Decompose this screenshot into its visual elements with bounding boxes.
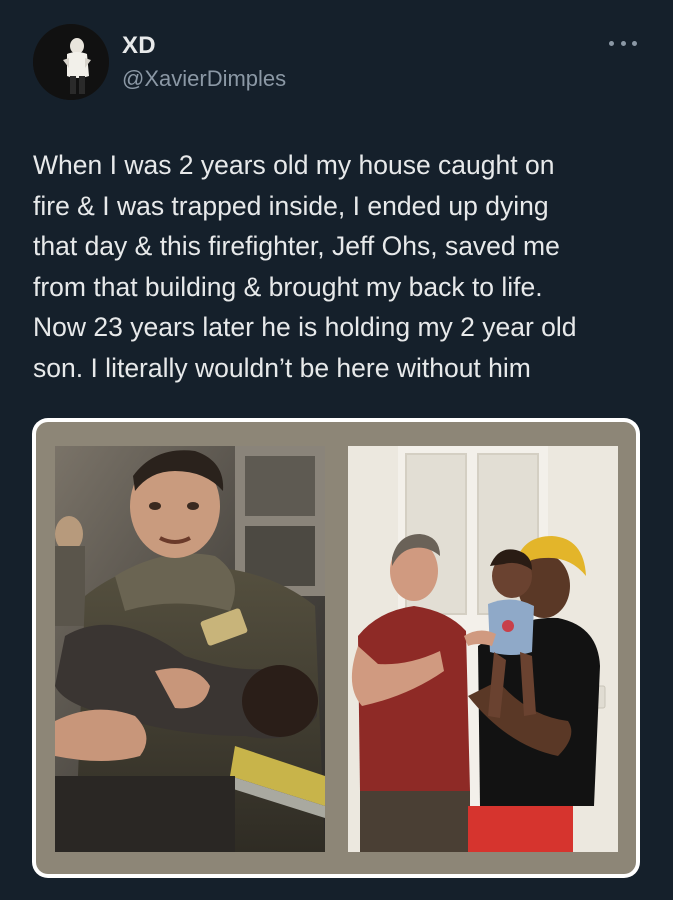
user-handle[interactable]: @XavierDimples [122,66,286,92]
profile-avatar[interactable] [33,24,109,100]
display-name[interactable]: XD [122,32,156,60]
reunion-photo[interactable] [348,446,618,852]
dot [620,40,626,46]
tweet: XD @XavierDimples When I was 2 years old… [0,0,673,900]
dot [632,40,637,46]
tweet-text-line: Now 23 years later he is holding my 2 ye… [33,312,577,342]
tweet-text-line: from that building & brought my back to … [33,271,543,302]
firefighter-rescue-photo[interactable] [55,446,325,852]
tweet-text-line: fire & I was trapped inside, I ended up … [33,190,549,221]
more-options-icon[interactable] [609,36,637,50]
tweet-text: When I was 2 years old my house caught o… [33,145,643,388]
tweet-text-line: that day & this firefighter, Jeff Ohs, s… [33,231,560,261]
dot [609,40,614,46]
avatar-image [33,24,109,100]
tweet-text-line: When I was 2 years old my house caught o… [33,150,555,180]
tweet-media[interactable] [32,418,640,878]
tweet-text-line: son. I literally wouldn’t be here withou… [33,352,531,383]
